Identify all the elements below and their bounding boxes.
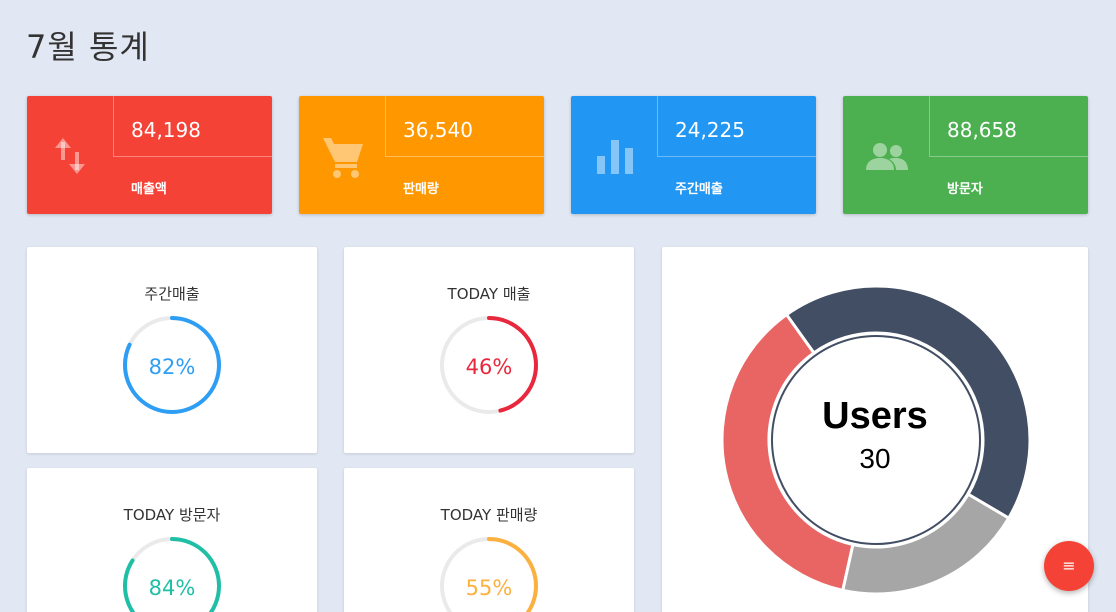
- menu-icon: ≡: [1062, 556, 1076, 575]
- shopping-cart-icon: [323, 138, 363, 178]
- stat-label: 매출액: [131, 182, 167, 197]
- swap-vertical-arrows-icon: [55, 138, 85, 174]
- gauge-title: TODAY 판매량: [440, 506, 538, 524]
- gauge-title: TODAY 방문자: [123, 506, 221, 524]
- gauge-ring: [440, 537, 538, 612]
- donut-center-title: Users: [822, 395, 928, 437]
- gauge-title: 주간매출: [144, 285, 200, 303]
- page-title: 7월 통계: [26, 28, 150, 66]
- gauge-percent: 82%: [148, 355, 196, 379]
- gauge-panel-today-visitors: TODAY 방문자 84%: [27, 468, 317, 612]
- stat-card-visitors[interactable]: 88,658 방문자: [843, 96, 1088, 214]
- stat-value: 84,198: [131, 118, 201, 142]
- stat-value: 88,658: [947, 118, 1017, 142]
- gauge-panel-today-sales: TODAY 매출 46%: [344, 247, 634, 453]
- stat-card-sales[interactable]: 84,198 매출액: [27, 96, 272, 214]
- stat-value: 36,540: [403, 118, 473, 142]
- people-icon: [866, 143, 908, 170]
- gauge-percent: 55%: [465, 576, 513, 600]
- gauge-percent: 46%: [465, 355, 513, 379]
- donut-inner-ring: [771, 335, 981, 545]
- gauge-panel-today-sales-volume: TODAY 판매량 55%: [344, 468, 634, 612]
- stat-label: 방문자: [947, 182, 983, 197]
- gauge-panel-weekly-sales: 주간매출 82%: [27, 247, 317, 453]
- gauge-title: TODAY 매출: [447, 285, 531, 303]
- gauge-percent: 84%: [148, 576, 196, 600]
- dashboard-page: 7월 통계 84,198 매출액 36,540 판매량 24,225 주간매출 …: [0, 0, 1116, 612]
- users-donut-panel: Users 30: [662, 247, 1088, 612]
- menu-fab-button[interactable]: ≡: [1044, 541, 1094, 591]
- bar-chart-icon: [597, 140, 633, 174]
- stat-card-weekly-sales[interactable]: 24,225 주간매출: [571, 96, 816, 214]
- stat-card-sales-volume[interactable]: 36,540 판매량: [299, 96, 544, 214]
- donut-center-value: 30: [859, 443, 891, 474]
- stat-label: 판매량: [403, 182, 439, 197]
- gauge-ring: [123, 537, 221, 612]
- stat-label: 주간매출: [675, 182, 723, 197]
- stat-value: 24,225: [675, 118, 745, 142]
